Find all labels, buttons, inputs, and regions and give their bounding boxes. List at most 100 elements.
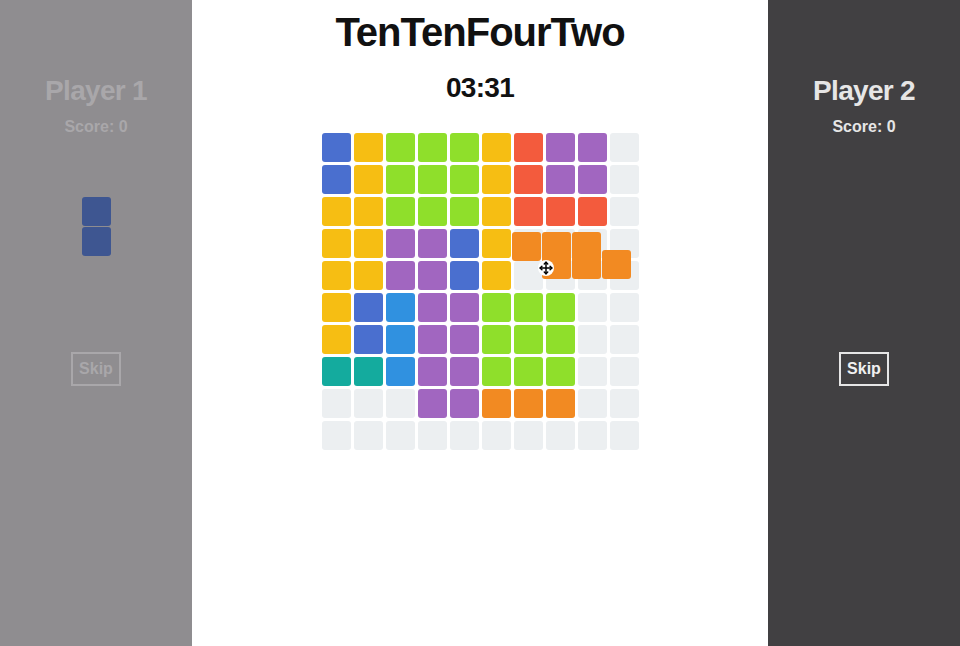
board-cell[interactable]: [482, 325, 511, 354]
board-cell[interactable]: [386, 261, 415, 290]
board-cell[interactable]: [450, 421, 479, 450]
board-cell[interactable]: [418, 389, 447, 418]
board-cell[interactable]: [610, 165, 639, 194]
board-cell[interactable]: [322, 357, 351, 386]
board-cell[interactable]: [354, 357, 383, 386]
board-cell[interactable]: [482, 421, 511, 450]
board-cell[interactable]: [386, 197, 415, 226]
board-cell[interactable]: [418, 261, 447, 290]
piece[interactable]: [82, 197, 111, 256]
board-cell[interactable]: [482, 357, 511, 386]
board-cell[interactable]: [418, 197, 447, 226]
board-cell[interactable]: [354, 325, 383, 354]
board-cell[interactable]: [578, 133, 607, 162]
board-cell[interactable]: [418, 421, 447, 450]
board-cell[interactable]: [354, 197, 383, 226]
board-cell[interactable]: [546, 421, 575, 450]
board-cell[interactable]: [514, 357, 543, 386]
board: [322, 133, 639, 450]
board-cell[interactable]: [610, 325, 639, 354]
board-cell[interactable]: [578, 357, 607, 386]
board-cell[interactable]: [386, 133, 415, 162]
board-cell[interactable]: [386, 165, 415, 194]
board-cell[interactable]: [418, 165, 447, 194]
board-cell[interactable]: [482, 389, 511, 418]
skip-button[interactable]: Skip: [71, 352, 121, 386]
player-name: Player 1: [45, 72, 147, 110]
board-cell[interactable]: [578, 389, 607, 418]
board-cell[interactable]: [354, 293, 383, 322]
board-cell[interactable]: [322, 261, 351, 290]
board-cell[interactable]: [514, 197, 543, 226]
board-cell[interactable]: [546, 165, 575, 194]
board-cell[interactable]: [482, 197, 511, 226]
board-cell[interactable]: [386, 325, 415, 354]
board-cell[interactable]: [610, 357, 639, 386]
board-cell[interactable]: [322, 293, 351, 322]
board-cell[interactable]: [322, 325, 351, 354]
board-cell[interactable]: [322, 165, 351, 194]
board-cell[interactable]: [546, 133, 575, 162]
board-cell[interactable]: [322, 197, 351, 226]
board-cell[interactable]: [386, 293, 415, 322]
board-cell[interactable]: [450, 325, 479, 354]
board-cell[interactable]: [418, 325, 447, 354]
board-cell[interactable]: [610, 293, 639, 322]
board-cell[interactable]: [450, 197, 479, 226]
board-cell[interactable]: [450, 165, 479, 194]
piece-cell: [82, 197, 111, 226]
board-cell[interactable]: [386, 421, 415, 450]
board-cell[interactable]: [322, 133, 351, 162]
board-cell[interactable]: [578, 325, 607, 354]
board-cell[interactable]: [322, 421, 351, 450]
board-cell[interactable]: [514, 421, 543, 450]
board-cell[interactable]: [450, 133, 479, 162]
board-cell[interactable]: [418, 133, 447, 162]
board-cell[interactable]: [418, 293, 447, 322]
board-cell[interactable]: [482, 261, 511, 290]
board-cell[interactable]: [354, 389, 383, 418]
board-cell[interactable]: [482, 293, 511, 322]
board-cell[interactable]: [578, 165, 607, 194]
board-cell[interactable]: [482, 133, 511, 162]
board-cell[interactable]: [514, 325, 543, 354]
board-cell[interactable]: [546, 357, 575, 386]
board-cell[interactable]: [354, 261, 383, 290]
board-cell[interactable]: [578, 293, 607, 322]
board-cell[interactable]: [514, 165, 543, 194]
skip-button[interactable]: Skip: [839, 352, 889, 386]
board-cell[interactable]: [482, 165, 511, 194]
board-cell[interactable]: [546, 197, 575, 226]
board-cell[interactable]: [386, 357, 415, 386]
board-cell[interactable]: [386, 229, 415, 258]
board-cell[interactable]: [546, 325, 575, 354]
board-cell[interactable]: [418, 229, 447, 258]
board-cell[interactable]: [450, 293, 479, 322]
board-cell[interactable]: [610, 133, 639, 162]
board-cell[interactable]: [514, 293, 543, 322]
board-cell[interactable]: [450, 389, 479, 418]
board-cell[interactable]: [322, 229, 351, 258]
board-cell[interactable]: [578, 197, 607, 226]
board-cell[interactable]: [514, 389, 543, 418]
board-cell[interactable]: [322, 389, 351, 418]
board-cell[interactable]: [450, 261, 479, 290]
board-cell[interactable]: [546, 293, 575, 322]
board-cell[interactable]: [354, 229, 383, 258]
board-cell[interactable]: [610, 421, 639, 450]
board-cell[interactable]: [610, 389, 639, 418]
player-panel: Player 2Score: 0Skip: [768, 0, 960, 646]
board-cell[interactable]: [514, 133, 543, 162]
board-cell[interactable]: [482, 229, 511, 258]
board-cell[interactable]: [354, 133, 383, 162]
board-cell[interactable]: [386, 389, 415, 418]
board-cell[interactable]: [546, 389, 575, 418]
board-cell[interactable]: [450, 357, 479, 386]
board-cell[interactable]: [578, 421, 607, 450]
dragged-cell: [572, 250, 601, 279]
board-cell[interactable]: [354, 421, 383, 450]
board-cell[interactable]: [418, 357, 447, 386]
board-cell[interactable]: [354, 165, 383, 194]
board-cell[interactable]: [610, 197, 639, 226]
board-cell[interactable]: [450, 229, 479, 258]
